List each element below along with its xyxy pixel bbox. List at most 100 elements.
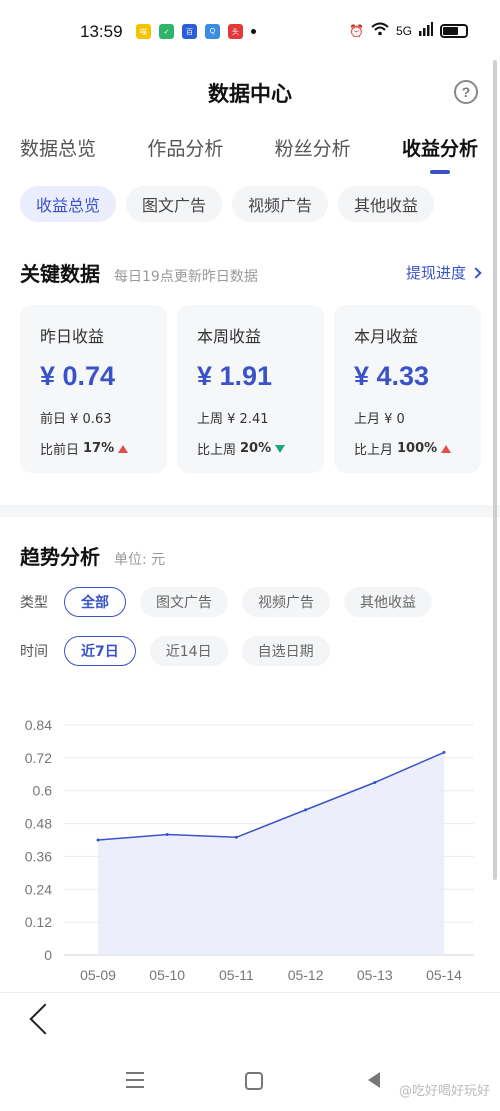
subtab-video-ads[interactable]: 视频广告 <box>232 186 329 222</box>
x-tick-label: 05-09 <box>80 967 116 983</box>
app-icon-3: 百 <box>182 24 197 39</box>
data-point <box>442 750 446 754</box>
key-data-title: 关键数据 <box>20 262 100 286</box>
comparison-value: 100% <box>397 441 438 456</box>
notification-dot-icon <box>251 29 256 34</box>
help-icon[interactable]: ? <box>454 80 478 104</box>
card-yesterday-income[interactable]: 昨日收益 ¥ 0.74 前日 ¥ 0.63 比前日 17% <box>20 305 167 473</box>
x-tick-label: 05-11 <box>219 967 254 983</box>
status-time: 13:59 <box>80 22 123 41</box>
y-tick-label: 0 <box>44 947 52 963</box>
wifi-icon <box>371 22 389 39</box>
card-label: 本月收益 <box>354 327 419 346</box>
card-previous: 上周 ¥ 2.41 <box>197 412 269 427</box>
section-divider <box>0 505 500 517</box>
tab-fans-analysis[interactable]: 粉丝分析 <box>275 124 351 176</box>
trend-up-icon <box>441 444 452 453</box>
withdraw-progress-label: 提现进度 <box>405 264 466 282</box>
y-tick-label: 0.48 <box>25 816 52 832</box>
signal-icon <box>419 22 433 39</box>
subtab-article-ads[interactable]: 图文广告 <box>126 186 223 222</box>
system-back-icon[interactable] <box>368 1072 380 1088</box>
type-filter-row: 类型 全部 图文广告 视频广告 其他收益 <box>20 587 446 617</box>
app-icon-1: 喵 <box>136 24 151 39</box>
status-bar: 13:59 喵 ✓ 百 Q 头 ⏰ 5G <box>0 0 500 62</box>
key-data-subtitle: 每日19点更新昨日数据 <box>114 269 258 285</box>
card-comparison: 比上周 20% <box>197 439 324 458</box>
area-fill <box>98 752 444 955</box>
trend-down-icon <box>275 444 286 453</box>
card-comparison: 比前日 17% <box>40 439 167 458</box>
page-title: 数据中心 <box>208 82 292 106</box>
card-previous: 上月 ¥ 0 <box>354 412 405 427</box>
back-arrow-icon[interactable] <box>29 1003 61 1035</box>
type-chip-other-income[interactable]: 其他收益 <box>344 587 432 617</box>
data-point <box>234 835 238 839</box>
status-app-icons: 喵 ✓ 百 Q 头 <box>136 24 256 39</box>
y-tick-label: 0.72 <box>25 750 52 766</box>
x-tick-label: 05-13 <box>357 967 393 983</box>
time-chip-14-days[interactable]: 近14日 <box>149 636 228 666</box>
scrollbar[interactable] <box>493 60 497 880</box>
app-icon-4: Q <box>205 24 220 39</box>
trend-up-icon <box>118 444 129 453</box>
tab-income-analysis[interactable]: 收益分析 <box>402 124 478 176</box>
sub-tabs: 收益总览 图文广告 视频广告 其他收益 <box>20 186 435 222</box>
main-tabs: 数据总览 作品分析 粉丝分析 收益分析 <box>0 124 500 176</box>
y-tick-label: 0.12 <box>25 914 52 930</box>
home-icon[interactable] <box>245 1072 263 1090</box>
trend-title: 趋势分析 <box>20 545 100 569</box>
subtab-income-overview[interactable]: 收益总览 <box>20 186 117 222</box>
time-filter-label: 时间 <box>20 644 48 660</box>
type-chip-article-ads[interactable]: 图文广告 <box>140 587 228 617</box>
key-data-cards: 昨日收益 ¥ 0.74 前日 ¥ 0.63 比前日 17% 本周收益 ¥ 1.9… <box>20 305 481 473</box>
chevron-right-icon <box>470 266 482 279</box>
card-previous: 前日 ¥ 0.63 <box>40 412 112 427</box>
income-trend-chart[interactable]: 0 0.12 0.24 0.36 0.48 0.6 0.72 0.84 05-09 05-10 05… <box>0 700 500 995</box>
comparison-value: 20% <box>240 441 272 456</box>
card-value: ¥ 0.74 <box>40 361 116 391</box>
y-tick-label: 0.84 <box>25 717 52 733</box>
time-chip-7-days[interactable]: 近7日 <box>64 636 136 666</box>
app-icon-5: 头 <box>228 24 243 39</box>
subtab-other-income[interactable]: 其他收益 <box>338 186 435 222</box>
data-point <box>165 833 169 837</box>
comparison-label: 比前日 <box>40 443 80 458</box>
withdraw-progress-link[interactable]: 提现进度 <box>405 262 482 283</box>
time-chip-custom-date[interactable]: 自选日期 <box>241 636 330 666</box>
app-icon-2: ✓ <box>159 24 174 39</box>
comparison-label: 比上周 <box>197 443 237 458</box>
chart-svg: 0 0.12 0.24 0.36 0.48 0.6 0.72 0.84 05-09 05-10 05… <box>25 717 474 983</box>
card-label: 本周收益 <box>197 327 262 346</box>
bottom-divider <box>0 992 500 993</box>
type-filter-label: 类型 <box>20 595 48 611</box>
card-value: ¥ 4.33 <box>354 361 430 391</box>
card-value: ¥ 1.91 <box>197 361 273 391</box>
tab-works-analysis[interactable]: 作品分析 <box>147 124 223 176</box>
data-point <box>373 781 377 784</box>
network-label: 5G <box>395 23 412 38</box>
comparison-label: 比上月 <box>354 443 394 458</box>
battery-icon <box>440 23 468 38</box>
trend-header: 趋势分析 单位: 元 <box>20 541 165 570</box>
card-month-income[interactable]: 本月收益 ¥ 4.33 上月 ¥ 0 比上月 100% <box>334 305 481 473</box>
card-label: 昨日收益 <box>40 327 105 346</box>
key-data-header: 关键数据 每日19点更新昨日数据 <box>20 258 258 287</box>
card-week-income[interactable]: 本周收益 ¥ 1.91 上周 ¥ 2.41 比上周 20% <box>177 305 324 473</box>
data-point <box>304 808 308 812</box>
watermark: @吃好喝好玩好 <box>398 1084 490 1099</box>
tab-data-overview[interactable]: 数据总览 <box>20 124 96 176</box>
recent-apps-icon[interactable] <box>126 1072 144 1093</box>
x-tick-label: 05-10 <box>149 967 185 983</box>
type-chip-all[interactable]: 全部 <box>64 587 126 617</box>
comparison-value: 17% <box>83 441 115 456</box>
y-tick-label: 0.24 <box>25 881 52 897</box>
card-comparison: 比上月 100% <box>354 439 481 458</box>
trend-unit: 单位: 元 <box>114 552 166 568</box>
alarm-icon: ⏰ <box>349 23 364 38</box>
y-tick-label: 0.36 <box>25 848 52 864</box>
y-tick-label: 0.6 <box>33 783 53 799</box>
x-tick-label: 05-14 <box>426 967 462 983</box>
type-chip-video-ads[interactable]: 视频广告 <box>242 587 330 617</box>
status-right-icons: ⏰ 5G <box>349 22 468 39</box>
